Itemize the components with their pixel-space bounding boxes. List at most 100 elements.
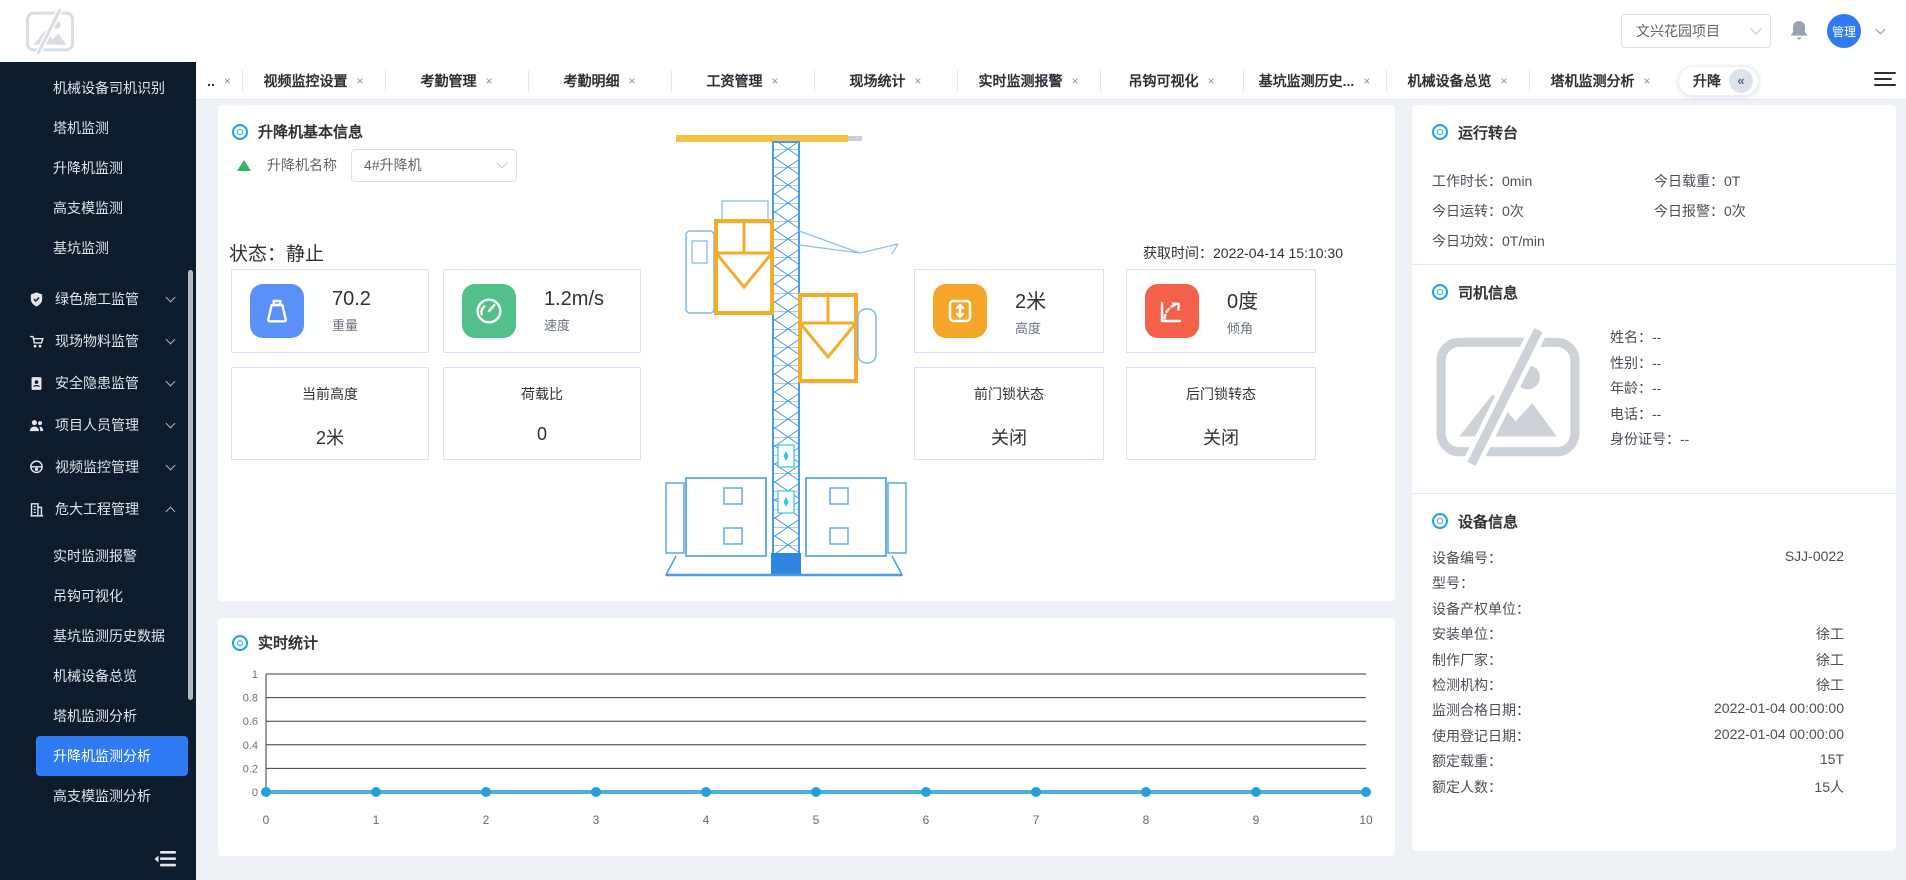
tab-label: 视频监控设置 [263,72,348,89]
user-avatar[interactable]: 管理 [1827,14,1861,48]
avatar-chevron-down-icon[interactable] [1875,24,1886,35]
sidebar-item-label: 机械设备总览 [53,668,137,684]
chevron-icon [165,292,176,303]
tab-item[interactable]: 塔机监测分析 × [1529,62,1672,99]
right-info-panel: 运行转台 工作时长：0min 今日载重：0T 今日运转：0次 今日报警：0次 今… [1412,105,1896,851]
device-field: 设备产权单位： [1432,600,1530,617]
status-cell-label: 当前高度 [302,386,358,402]
status-cell-label: 荷载比 [521,386,563,402]
sidebar-item-label: 安全隐患监管 [55,375,139,391]
metric-label: 倾角 [1227,321,1254,336]
sidebar-item[interactable]: 塔机监测 [36,108,188,148]
device-field: 额定人数： 15人 [1432,778,1844,795]
metric-card: 0度 倾角 [1126,269,1316,353]
sidebar-item[interactable]: 机械设备司机识别 [36,68,188,108]
panel-title: 升降机基本信息 [232,121,363,142]
metric-icon [933,284,987,338]
sidebar-item[interactable]: 机械设备总览 [36,656,188,696]
notification-bell-icon[interactable] [1787,18,1811,44]
sidebar-item[interactable]: 基坑监测 [36,228,188,268]
svg-text:0.8: 0.8 [243,693,258,705]
tab-close-icon[interactable]: × [485,74,492,88]
status-cell-value: 0 [536,424,547,444]
tab-item[interactable]: 考勤管理 × [385,62,528,99]
tab-active-partial[interactable]: 升降 « [1678,65,1759,96]
project-selector[interactable]: 文兴花园项目 [1621,14,1771,48]
sidebar-item[interactable]: 升降机监测 [36,148,188,188]
weight-icon [261,295,293,327]
sidebar-item[interactable]: 现场物料监管 [0,320,196,362]
metric-card: 70.2 重量 [231,269,429,353]
tab-close-icon[interactable]: × [1500,74,1507,88]
tab-close-icon[interactable]: × [1363,74,1370,88]
tab-close-icon[interactable]: × [628,74,635,88]
tab-close-icon[interactable]: × [914,74,921,88]
tab-item[interactable]: 现场统计 × [814,62,957,99]
sidebar-item-label: 危大工程管理 [55,501,139,517]
tab-close-icon[interactable]: × [224,74,231,88]
users-icon [28,417,45,434]
lift-name-select[interactable]: 4#升降机 [351,148,517,182]
svg-text:8: 8 [1143,813,1150,827]
sidebar-item[interactable]: 塔机监测分析 [36,696,188,736]
tab-list-menu-icon[interactable] [1874,71,1896,90]
svg-text:9: 9 [1253,813,1260,827]
status-cell: 当前高度 2米 [231,367,429,460]
metric-label: 高度 [1015,321,1042,336]
tab-close-icon[interactable]: × [1071,74,1078,88]
tab-item[interactable]: 实时监测报警 × [957,62,1100,99]
target-icon [232,123,248,140]
tab-item[interactable]: 机械设备总览 × [1386,62,1529,99]
driver-field: 年龄：-- [1610,380,1662,396]
sidebar-item[interactable]: 吊钩可视化 [36,576,188,616]
sidebar-item-label: 塔机监测分析 [53,708,137,724]
metric-value: 70.2 [332,288,371,310]
device-field: 设备编号： SJJ-0022 [1432,548,1844,566]
tab-item[interactable]: 基坑监测历史... × [1243,62,1386,99]
tab-item[interactable]: 吊钩可视化 × [1100,62,1243,99]
sidebar-scrollbar[interactable] [188,270,193,700]
driver-info-title: 司机信息 [1432,279,1876,305]
tab-item[interactable]: 考勤明细 × [528,62,671,99]
device-field: 检测机构： 徐工 [1432,676,1844,693]
device-field: 使用登记日期： 2022-01-04 00:00:00 [1432,725,1844,744]
sidebar-item[interactable]: 项目人员管理 [0,404,196,446]
lift-name-select-value: 4#升降机 [364,157,422,173]
lift-name-label: 升降机名称 [267,157,337,173]
tab-overflow-left[interactable]: .. × [196,62,242,99]
tab-close-icon[interactable]: × [771,74,778,88]
sidebar-item[interactable]: 视频监控管理 [0,446,196,488]
tab-item[interactable]: 视频监控设置 × [242,62,385,99]
device-field: 额定载重： 15T [1432,751,1844,770]
sidebar-item[interactable]: 安全隐患监管 [0,362,196,404]
sidebar-item-label: 机械设备司机识别 [53,80,165,96]
tab-close-icon[interactable]: × [356,74,363,88]
tab-label: 现场统计 [849,72,906,89]
sidebar-item[interactable]: 高支模监测 [36,188,188,228]
metric-label: 速度 [544,318,571,333]
green-triangle-icon [237,159,251,171]
sidebar-item-label: 实时监测报警 [53,548,137,564]
chevron-down-icon [1750,23,1762,35]
panel-title: 实时统计 [232,632,318,653]
tab-close-icon[interactable]: × [1207,74,1214,88]
sidebar-item[interactable]: 高支模监测分析 [36,776,188,816]
tab-close-icon[interactable]: × [1643,74,1650,88]
metric-icon [1145,284,1199,338]
tab-item[interactable]: 工资管理 × [671,62,814,99]
svg-text:0.2: 0.2 [243,763,258,775]
sidebar-collapse-icon[interactable] [154,850,178,868]
sidebar-item[interactable]: 基坑监测历史数据 [36,616,188,656]
run-stat-item: 今日报警：0次 [1654,203,1746,219]
target-icon [232,634,248,651]
sidebar-item[interactable]: 升降机监测分析 [36,736,188,776]
sidebar-item[interactable]: 危大工程管理 [0,488,196,530]
sidebar-item-label: 项目人员管理 [55,417,139,433]
svg-text:10: 10 [1359,813,1373,827]
chevron-icon [165,334,176,345]
status-cell-value: 关闭 [991,428,1027,448]
sidebar-item[interactable]: 绿色施工监管 [0,278,196,320]
tab-collapse-left-icon[interactable]: « [1729,68,1753,93]
tab-label: 升降 [1693,72,1721,89]
sidebar-item[interactable]: 实时监测报警 [36,536,188,576]
